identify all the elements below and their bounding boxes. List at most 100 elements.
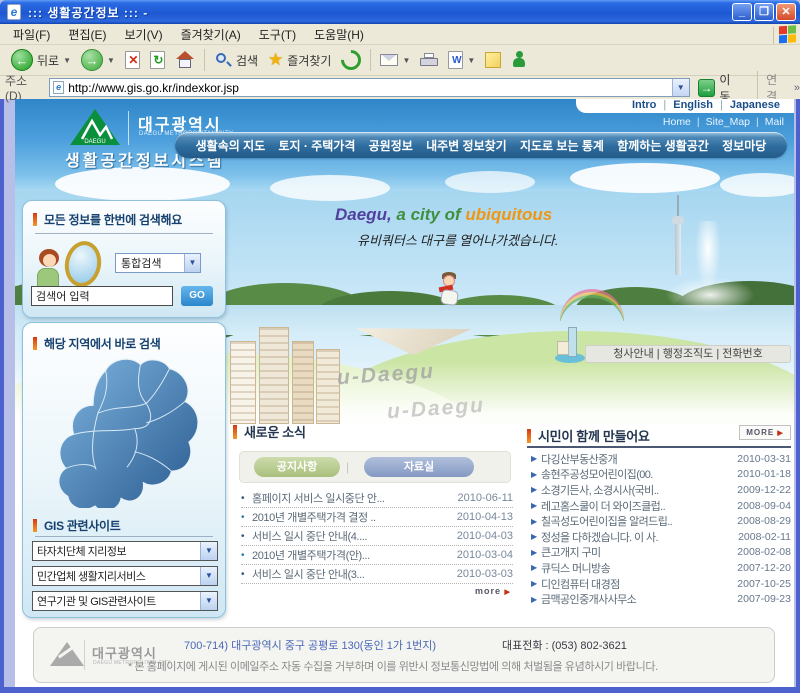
tab-archive[interactable]: 자료실 [364,457,474,477]
close-button[interactable]: ✕ [776,3,796,21]
search-button[interactable]: 검색 [209,46,263,74]
back-button[interactable]: ← 뒤로 ▼ [6,46,76,74]
notes-button[interactable] [480,46,506,74]
citizen-item[interactable]: ▶ 큰고개지 구미 2008-02-08 [531,545,791,561]
citizen-item[interactable]: ▶ 정성을 다하겠습니다. 이 사. 2008-02-11 [531,529,791,545]
citizen-item[interactable]: ▶ 금맥공인중개사사무소 2007-09-23 [531,591,791,607]
nav-item[interactable]: 지도로 보는 통계 [520,137,604,154]
refresh-button[interactable]: ↻ [145,46,170,74]
forward-dropdown-icon: ▼ [107,56,115,65]
address-input[interactable]: e http://www.gis.go.kr/indexkor.jsp ▼ [49,78,689,97]
forward-arrow-icon: → [81,49,103,71]
history-button[interactable] [336,46,366,74]
browser-toolbar: ← 뒤로 ▼ → ▼ ✕ ↻ 검색 ★ 즐겨찾기 [0,45,800,76]
cloud [570,163,720,193]
title-bar-icon [33,337,37,350]
divider [35,536,213,537]
search-go-button[interactable]: GO [181,286,213,306]
daegu-district-map[interactable] [37,353,213,508]
utility-link[interactable]: Site_Map [691,116,750,128]
nav-item[interactable]: 생활속의 지도 [196,137,266,154]
news-item[interactable]: • 2010년 개별주택가격 결정 .. 2010-04-13 [241,508,513,527]
citizen-item[interactable]: ▶ 디인컴퓨터 대경점 2007-10-25 [531,576,791,592]
nav-item[interactable]: 함께하는 생활공간 [617,137,709,154]
news-item[interactable]: • 2010년 개별주택가격(안)... 2010-03-04 [241,546,513,565]
language-link[interactable]: English [656,99,713,112]
window-border-bottom [0,687,800,693]
search-category-select[interactable]: 통합검색 ▼ [115,253,201,273]
menu-item[interactable]: 파일(F) [4,26,59,43]
gis-site-select[interactable]: 연구기관 및 GIS관련사이트 ▼ [32,591,218,611]
page-icon: e [53,81,64,94]
language-link[interactable]: Intro [632,99,656,112]
menu-item[interactable]: 즐겨찾기(A) [172,26,250,43]
search-label: 검색 [236,52,258,69]
chevron-down-icon: ▼ [184,254,200,272]
tab-notices[interactable]: 공지사항 [254,457,340,477]
citizen-item[interactable]: ▶ 소경기든사, 소경시사(국비.. 2009-12-22 [531,482,791,498]
maximize-button[interactable]: ❐ [754,3,774,21]
edit-icon: W [448,51,463,69]
gis-site-select[interactable]: 타자치단체 지리정보 ▼ [32,541,218,561]
daegu-tower-icon [670,195,686,275]
citizen-item[interactable]: ▶ 레고홈스쿨이 더 와이즈클럽.. 2008-09-04 [531,498,791,514]
menu-item[interactable]: 보기(V) [115,26,171,43]
windows-logo-icon [773,25,797,44]
nav-item[interactable]: 내주변 정보찾기 [426,137,507,154]
footer-address: 700-714) 대구광역시 중구 공평로 130(동인 1가 1번지) [184,637,436,653]
citizen-section-title: 시민이 함께 만들어요 [527,426,650,445]
favorites-button[interactable]: ★ 즐겨찾기 [263,46,336,74]
quick-links-bar[interactable]: 청사안내 | 행정조직도 | 전화번호 [585,345,791,363]
bullet-icon: ▶ [531,517,541,526]
menu-item[interactable]: 도구(T) [250,26,305,43]
menu-item[interactable]: 편집(E) [59,26,115,43]
utility-link[interactable]: Home [663,116,691,128]
news-item[interactable]: • 홈페이지 서비스 일시중단 안... 2010-06-11 [241,489,513,508]
city-hall-icon [555,327,585,363]
news-list: • 홈페이지 서비스 일시중단 안... 2010-06-11 • 2010년 … [241,489,513,584]
nav-item[interactable]: 정보마당 [722,137,766,154]
back-dropdown-icon: ▼ [63,56,71,65]
cartoon-boy-body [440,289,459,306]
bullet-icon: • [241,512,252,523]
window-border-left [0,99,4,693]
nav-item[interactable]: 토지 · 주택가격 [278,137,355,154]
building-illustration [230,341,256,424]
menu-item[interactable]: 도움말(H) [305,26,373,43]
footer-phone: 대표전화 : (053) 802-3621 [502,637,627,653]
citizen-item[interactable]: ▶ 다깅산부동산중개 2010-03-31 [531,451,791,467]
utility-link[interactable]: Mail [750,116,784,128]
main-navigation: 생활속의 지도 토지 · 주택가격 공원정보 내주변 정보찾기 지도로 보는 통계 함께하… [175,132,787,158]
edit-button[interactable]: W ▼ [443,46,480,74]
print-button[interactable] [415,46,443,74]
forward-button[interactable]: → ▼ [76,46,120,74]
messenger-button[interactable] [506,46,532,74]
news-tabs: 공지사항 | 자료실 [239,451,511,483]
mail-dropdown-icon: ▼ [402,56,410,65]
news-item[interactable]: • 서비스 일시 중단 안내(3... 2010-03-03 [241,565,513,584]
stop-button[interactable]: ✕ [120,46,145,74]
citizen-item[interactable]: ▶ 칠곡성도어린이집을 알려드립.. 2008-08-29 [531,513,791,529]
print-icon [420,53,438,67]
citizen-item[interactable]: ▶ 송현주공성모어린이집(00. 2010-01-18 [531,467,791,483]
minimize-button[interactable]: _ [732,3,752,21]
news-item[interactable]: • 서비스 일시 중단 안내(4.... 2010-04-03 [241,527,513,546]
search-input[interactable] [31,286,173,306]
section-underline [527,446,791,448]
news-more-button[interactable]: more ▶ [475,586,511,596]
links-chevron-icon[interactable]: » [794,82,800,94]
nav-item[interactable]: 공원정보 [369,137,413,154]
home-button[interactable] [170,46,200,74]
site-header: IntroEnglishJapanese HomeSite_MapMail DA… [15,99,794,191]
logo-divider [128,111,129,145]
language-link[interactable]: Japanese [713,99,780,112]
banner-subtitle: 유비쿼터스 대구를 열어나가겠습니다. [357,230,558,249]
mail-button[interactable]: ▼ [375,46,415,74]
banner-headline: Daegu, a city of ubiquitous [335,205,552,225]
address-dropdown-icon[interactable]: ▼ [672,79,689,96]
gis-site-select[interactable]: 민간업체 생활지리서비스 ▼ [32,566,218,586]
citizen-more-button[interactable]: MORE ▶ [739,425,791,440]
bullet-icon: ▶ [531,454,541,463]
messenger-icon [511,51,527,69]
citizen-item[interactable]: ▶ 큐딕스 머니방송 2007-12-20 [531,560,791,576]
